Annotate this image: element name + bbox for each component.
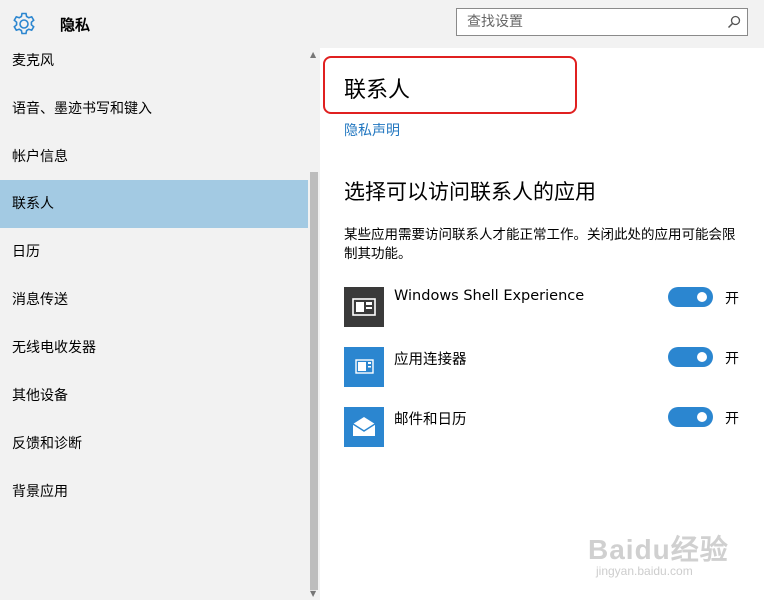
search-icon[interactable]	[727, 15, 741, 29]
scroll-down-arrow-icon[interactable]: ▼	[310, 589, 316, 598]
mail-calendar-toggle[interactable]	[668, 407, 713, 427]
app-name: 应用连接器	[394, 352, 467, 368]
app-name: 邮件和日历	[394, 412, 467, 428]
section-description: 某些应用需要访问联系人才能正常工作。关闭此处的应用可能会限制其功能。	[344, 227, 736, 262]
sidebar-item-microphone[interactable]: 麦克风	[0, 48, 308, 85]
sidebar-item-background-apps[interactable]: 背景应用	[0, 468, 308, 516]
mail-calendar-icon	[344, 407, 384, 447]
sidebar-item-messaging[interactable]: 消息传送	[0, 276, 308, 324]
app-row-app-connector: 应用连接器 开	[344, 347, 744, 387]
baidu-watermark: Baidu经验 jingyan.baidu.com	[586, 522, 746, 584]
toggle-knob	[697, 292, 707, 302]
shell-experience-icon	[344, 287, 384, 327]
app-connector-icon	[344, 347, 384, 387]
sidebar-scrollbar[interactable]: ▲ ▼	[308, 48, 320, 600]
app-row-mail-calendar: 邮件和日历 开	[344, 407, 744, 447]
sidebar-item-radios[interactable]: 无线电收发器	[0, 324, 308, 372]
main-content: 联系人 隐私声明 选择可以访问联系人的应用 某些应用需要访问联系人才能正常工作。…	[320, 48, 764, 600]
app-name: Windows Shell Experience	[394, 288, 585, 304]
sidebar-item-feedback-diagnostics[interactable]: 反馈和诊断	[0, 420, 308, 468]
page-header-title: 隐私	[60, 16, 91, 34]
gear-icon[interactable]	[11, 11, 37, 37]
sidebar-item-other-devices[interactable]: 其他设备	[0, 372, 308, 420]
watermark-url: jingyan.baidu.com	[596, 564, 693, 578]
app-connector-toggle[interactable]	[668, 347, 713, 367]
scroll-thumb[interactable]	[310, 172, 318, 590]
app-row-shell-experience: Windows Shell Experience 开	[344, 287, 744, 327]
toggle-knob	[697, 412, 707, 422]
sidebar-item-contacts[interactable]: 联系人	[0, 180, 308, 228]
sidebar-item-account-info[interactable]: 帐户信息	[0, 133, 308, 181]
toggle-state-label: 开	[725, 411, 739, 427]
sidebar: 麦克风 语音、墨迹书写和键入 帐户信息 联系人 日历 消息传送 无线电收发器 其…	[0, 48, 320, 600]
shell-experience-toggle[interactable]	[668, 287, 713, 307]
search-box[interactable]	[456, 8, 748, 36]
page-title: 联系人	[344, 78, 411, 103]
sidebar-item-calendar[interactable]: 日历	[0, 228, 308, 276]
privacy-statement-link[interactable]: 隐私声明	[344, 120, 400, 140]
watermark-text: Baidu经验	[588, 534, 729, 565]
sidebar-item-speech-inking-typing[interactable]: 语音、墨迹书写和键入	[0, 85, 308, 133]
toggle-state-label: 开	[725, 351, 739, 367]
scroll-up-arrow-icon[interactable]: ▲	[310, 50, 316, 59]
search-input[interactable]	[457, 9, 719, 35]
toggle-knob	[697, 352, 707, 362]
section-title: 选择可以访问联系人的应用	[344, 180, 596, 204]
header-bar: 隐私	[0, 0, 764, 48]
toggle-state-label: 开	[725, 291, 739, 307]
